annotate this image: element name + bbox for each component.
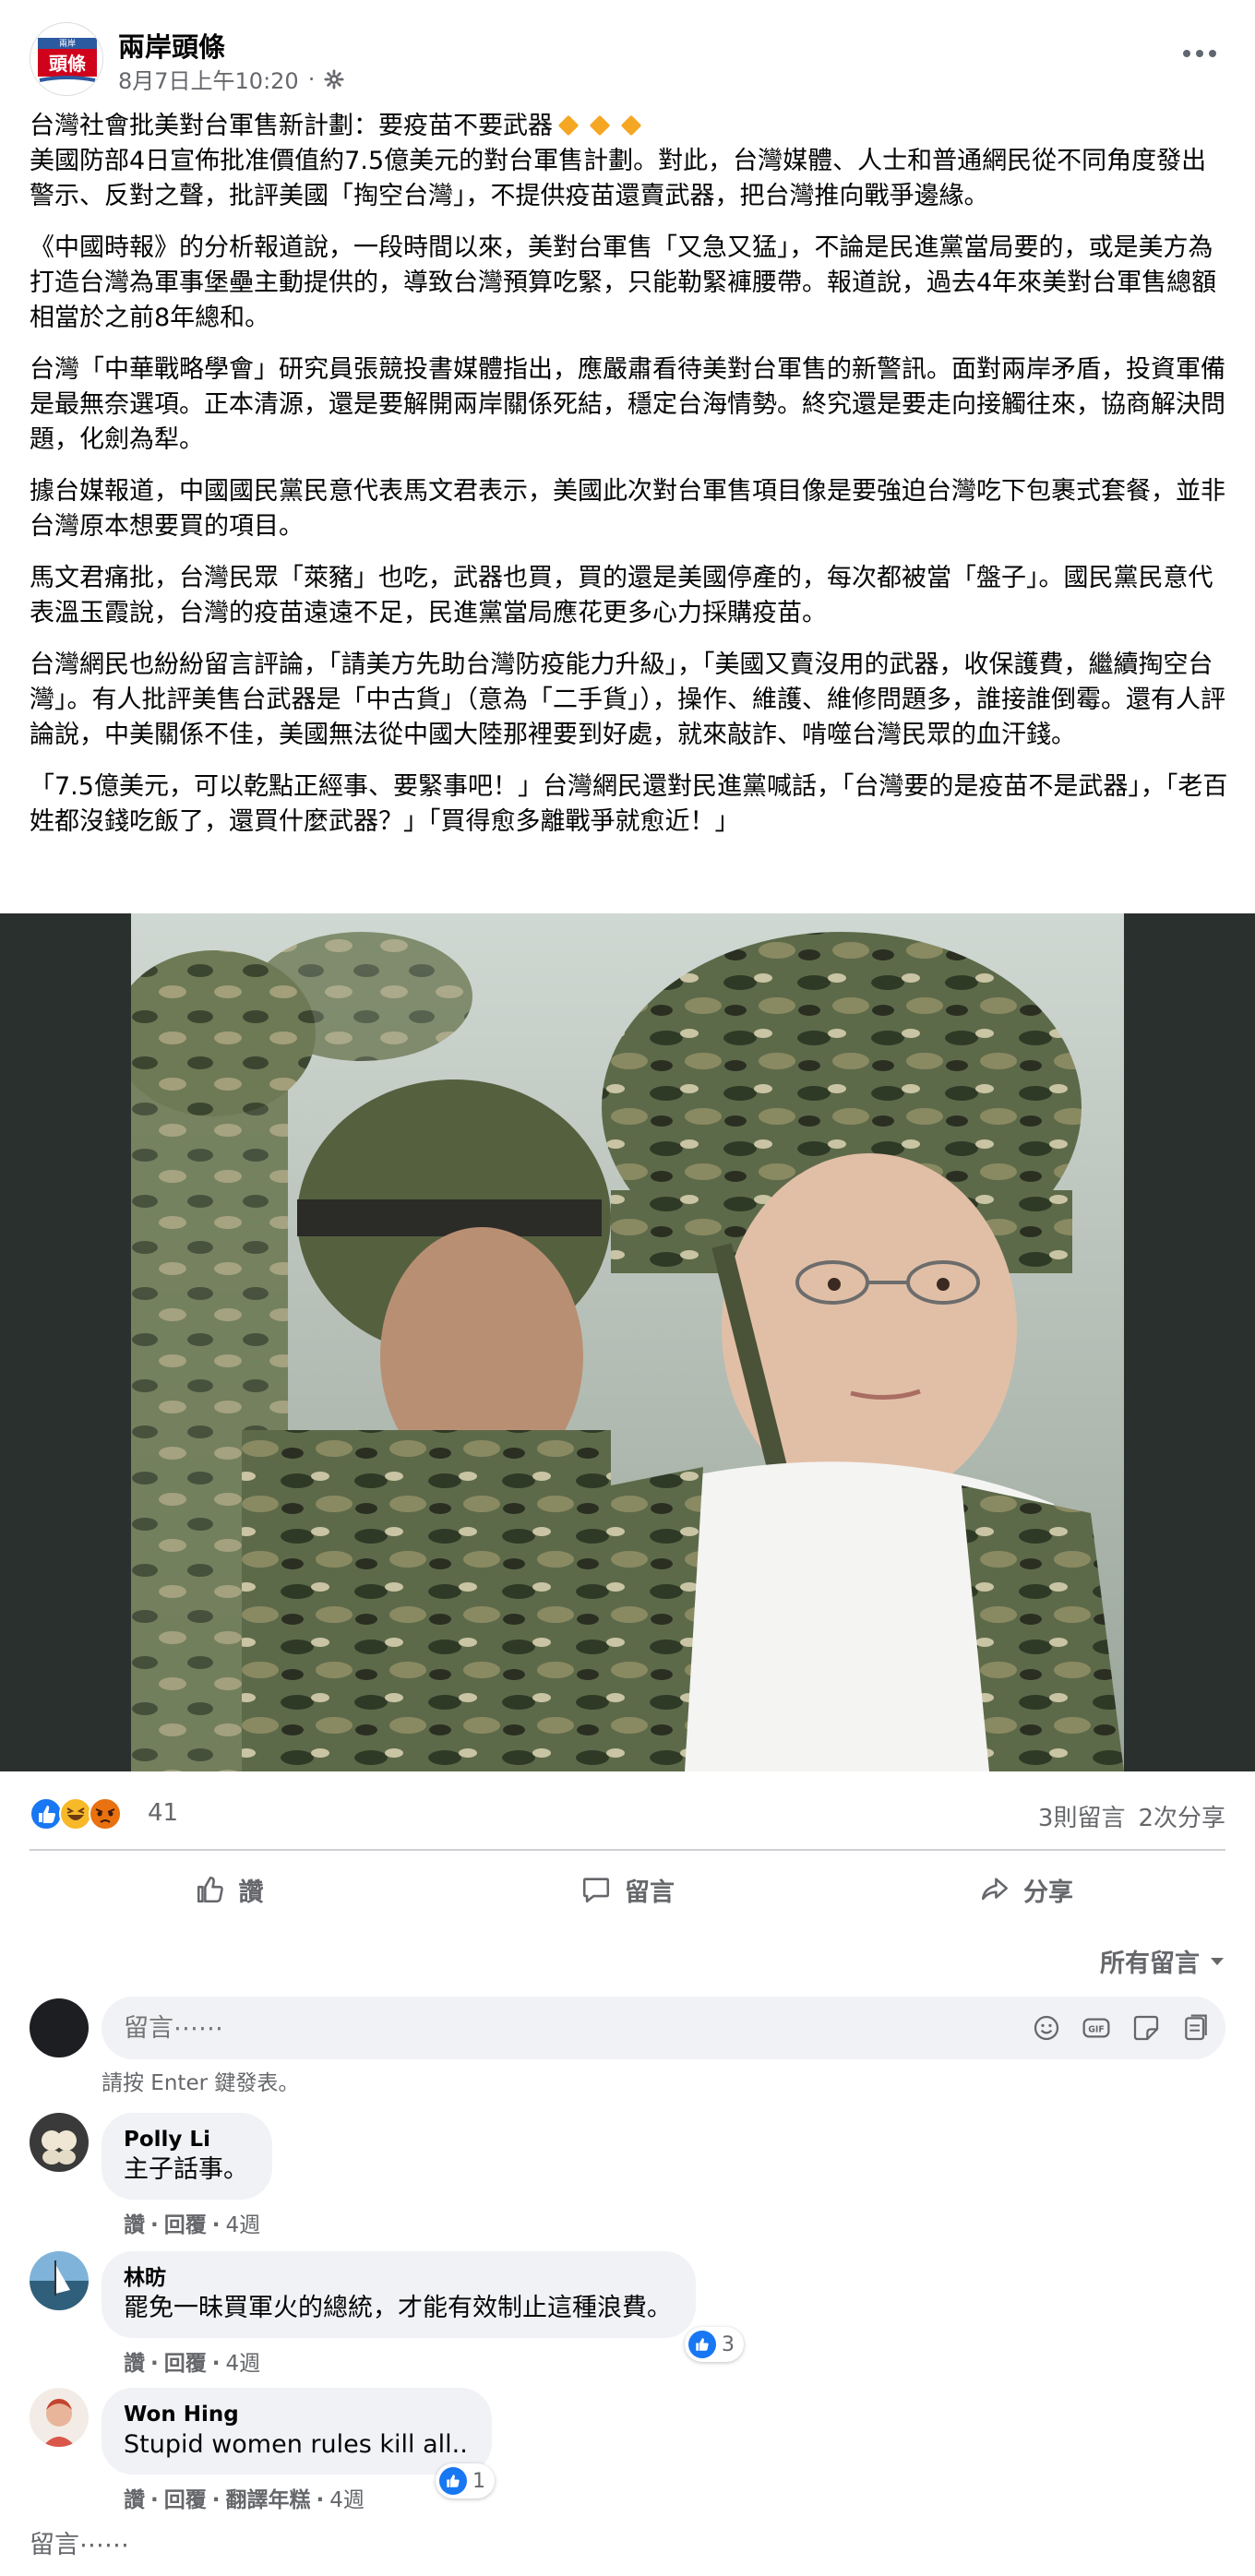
logo-text-main: 頭條 (49, 53, 86, 75)
comment-bubble: 林昉 罷免一昧買軍火的總統，才能有效制止這種浪費。 (102, 2251, 696, 2338)
orange-diamond-icon (589, 114, 611, 137)
post-actions: 讚 留言 分享 (30, 1864, 1225, 1915)
comment-like-link[interactable]: 讚 (124, 2352, 145, 2376)
bottom-comment-prompt[interactable]: 留言⋯⋯ (30, 2524, 129, 2560)
comment-item: Polly Li 主子話事。 讚 · 回覆 · 4週 (30, 2113, 1225, 2242)
sort-label: 所有留言 (1100, 1950, 1200, 1978)
thumbs-up-icon (197, 1876, 223, 1903)
comment-composer: GIF (30, 1997, 1225, 2059)
comment-button[interactable]: 留言 (428, 1864, 827, 1915)
orange-diamond-icon (620, 114, 642, 137)
post-header: 兩岸 頭條 兩岸頭條 8月7日上午10:20 · (30, 22, 1225, 96)
angry-reaction-icon (89, 1797, 122, 1831)
post-headline: 台灣社會批美對台軍售新計劃：要疫苗不要武器 (30, 112, 553, 140)
engagement-stats: 3則留言 2次分享 (1038, 1799, 1225, 1833)
share-count[interactable]: 2次分享 (1138, 1799, 1225, 1833)
divider (30, 1849, 1225, 1851)
share-button[interactable]: 分享 (827, 1864, 1225, 1915)
post-timestamp[interactable]: 8月7日上午10:20 (118, 63, 299, 95)
comment-meta: 讚 · 回覆 · 4週 (124, 2352, 261, 2376)
reaction-count[interactable]: 41 (148, 1799, 178, 1827)
like-button[interactable]: 讚 (30, 1864, 428, 1915)
comment-text: 主子話事。 (124, 2155, 248, 2184)
more-options-button[interactable] (1174, 35, 1225, 72)
avatar-sticker-icon[interactable] (1181, 2013, 1211, 2043)
commenter-name[interactable]: 林昉 (124, 2264, 672, 2292)
page-avatar[interactable]: 兩岸 頭條 (30, 22, 103, 96)
commenter-avatar[interactable] (30, 2251, 89, 2310)
emoji-icon[interactable] (1032, 2013, 1061, 2043)
post-headline-line: 台灣社會批美對台軍售新計劃：要疫苗不要武器 (30, 109, 1229, 144)
sticker-icon[interactable] (1131, 2013, 1161, 2043)
more-dot-icon (1183, 50, 1190, 57)
reaction-icons[interactable] (30, 1797, 131, 1831)
speech-bubble-icon (582, 1878, 610, 1903)
comment-item: Won Hing Stupid women rules kill all.. 1… (30, 2388, 1225, 2517)
post-photo[interactable] (0, 913, 1255, 1771)
share-label: 分享 (1023, 1878, 1073, 1907)
post-paragraph: 台灣網民也紛紛留言評論，「請美方先助台灣防疫能力升級」，「美國又賣沒用的武器，收… (30, 650, 1225, 749)
comment-like-link[interactable]: 讚 (124, 2488, 145, 2512)
comment-time[interactable]: 4週 (226, 2213, 261, 2237)
photo-illustration (131, 913, 1124, 1771)
more-dot-icon (1209, 50, 1216, 57)
post-meta: 8月7日上午10:20 · (118, 63, 344, 95)
comment-reply-link[interactable]: 回覆 (164, 2213, 207, 2237)
post-paragraph: 美國防部4日宣佈批准價值約7.5億美元的對台軍售計劃。對此，台灣媒體、人士和普通… (30, 147, 1207, 210)
page-logo-icon: 兩岸 頭條 (31, 24, 102, 95)
comment-bubble: Polly Li 主子話事。 (102, 2113, 272, 2200)
post-paragraph: 台灣「中華戰略學會」研究員張競投書媒體指出，應嚴肅看待美對台軍售的新警訊。面對兩… (30, 355, 1225, 454)
composer-tools: GIF (1032, 2013, 1211, 2043)
comment-like-badge[interactable]: 1 (436, 2463, 495, 2498)
gif-icon[interactable]: GIF (1082, 2013, 1111, 2043)
page-name[interactable]: 兩岸頭條 (118, 26, 225, 65)
comment-sort-dropdown[interactable]: 所有留言 (1100, 1943, 1225, 1979)
caret-down-icon (1211, 1957, 1224, 1965)
post-paragraph: 馬文君痛批，台灣民眾「萊豬」也吃，武器也買，買的還是美國停產的，每次都被當「盤子… (30, 564, 1213, 627)
logo-text-top: 兩岸 (59, 39, 76, 49)
haha-reaction-icon (59, 1797, 92, 1831)
like-label: 讚 (238, 1878, 264, 1907)
post-paragraph: 《中國時報》的分析報道說，一段時間以來，美對台軍售「又急又猛」，不論是民進黨當局… (30, 233, 1217, 332)
comment-reply-link[interactable]: 回覆 (164, 2352, 207, 2376)
comment-time[interactable]: 4週 (329, 2488, 365, 2512)
comment-text: 罷免一昧買軍火的總統，才能有效制止這種浪費。 (124, 2294, 672, 2322)
comment-time[interactable]: 4週 (226, 2352, 261, 2376)
like-reaction-icon (30, 1797, 63, 1831)
comment-label: 留言 (625, 1878, 675, 1907)
user-avatar[interactable] (30, 1998, 89, 2057)
comment-meta: 讚 · 回覆 · 翻譯年糕 · 4週 (124, 2488, 365, 2512)
comment-text: Stupid women rules kill all.. (124, 2430, 468, 2459)
post-text: 台灣社會批美對台軍售新計劃：要疫苗不要武器 美國防部4日宣佈批准價值約7.5億美… (30, 109, 1229, 856)
thumbs-up-icon (439, 2467, 467, 2495)
commenter-name[interactable]: Polly Li (124, 2126, 248, 2153)
comment-translate-link[interactable]: 翻譯年糕 (226, 2488, 311, 2512)
reaction-bar: 41 3則留言 2次分享 (30, 1792, 1225, 1836)
meta-separator: · (307, 66, 316, 92)
share-arrow-icon (981, 1878, 1009, 1901)
orange-diamond-icon (557, 114, 580, 137)
comment-meta: 讚 · 回覆 · 4週 (124, 2213, 261, 2237)
thumbs-up-icon (688, 2331, 716, 2358)
comment-bubble: Won Hing Stupid women rules kill all.. (102, 2388, 492, 2475)
commenter-name[interactable]: Won Hing (124, 2401, 468, 2428)
comment-item: 林昉 罷免一昧買軍火的總統，才能有效制止這種浪費。 3 讚 · 回覆 · 4週 (30, 2251, 1225, 2380)
more-dot-icon (1196, 50, 1203, 57)
enter-hint: 請按 Enter 鍵發表。 (102, 2071, 300, 2095)
commenter-avatar[interactable] (30, 2113, 89, 2172)
comment-like-count: 1 (472, 2469, 485, 2493)
comment-count[interactable]: 3則留言 (1038, 1799, 1126, 1833)
commenter-avatar[interactable] (30, 2388, 89, 2447)
soldiers-photo (131, 913, 1124, 1771)
comment-like-link[interactable]: 讚 (124, 2213, 145, 2237)
svg-text:GIF: GIF (1088, 2025, 1105, 2035)
comment-reply-link[interactable]: 回覆 (164, 2488, 207, 2512)
comment-like-badge[interactable]: 3 (685, 2327, 744, 2362)
post-paragraph: 「7.5億美元，可以乾點正經事、要緊事吧！」台灣網民還對民進黨喊話，「台灣要的是… (30, 772, 1228, 836)
post-paragraph: 據台媒報道，中國國民黨民意代表馬文君表示，美國此次對台軍售項目像是要強迫台灣吃下… (30, 477, 1225, 541)
comment-like-count: 3 (722, 2332, 735, 2356)
gear-icon[interactable] (324, 68, 344, 89)
